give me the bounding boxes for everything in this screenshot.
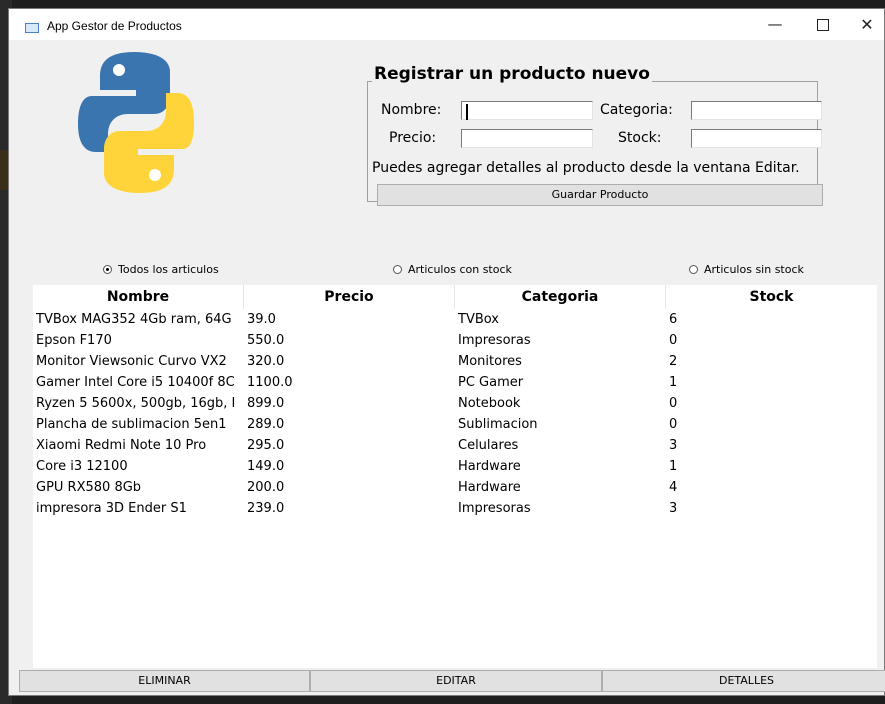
cell-stock: 6: [669, 312, 678, 327]
table-row[interactable]: Core i3 12100 149.0 Hardware 1: [33, 456, 877, 477]
radio-icon: [393, 265, 402, 274]
maximize-button[interactable]: [801, 9, 845, 40]
nombre-label: Nombre:: [381, 102, 442, 118]
filter-in-stock-label: Articulos con stock: [408, 263, 512, 276]
cell-precio: 295.0: [247, 438, 285, 453]
cell-precio: 550.0: [247, 333, 285, 348]
cell-nombre: Epson F170: [36, 333, 112, 348]
filter-all-radio[interactable]: Todos los articulos: [103, 263, 219, 276]
cell-precio: 899.0: [247, 396, 285, 411]
cell-categoria: TVBox: [458, 312, 499, 327]
cell-nombre: Ryzen 5 5600x, 500gb, 16gb, I: [36, 396, 236, 411]
cell-stock: 3: [669, 501, 678, 516]
cell-stock: 4: [669, 480, 678, 495]
cell-precio: 39.0: [247, 312, 276, 327]
table-row[interactable]: TVBox MAG352 4Gb ram, 64G 39.0 TVBox 6: [33, 309, 877, 330]
table-row[interactable]: GPU RX580 8Gb 200.0 Hardware 4: [33, 477, 877, 498]
filter-all-label: Todos los articulos: [118, 263, 219, 276]
radio-icon: [689, 265, 698, 274]
categoria-input[interactable]: [691, 101, 822, 120]
register-product-title: Registrar un producto nuevo: [372, 64, 652, 84]
cell-nombre: Xiaomi Redmi Note 10 Pro: [36, 438, 207, 453]
table-row[interactable]: Ryzen 5 5600x, 500gb, 16gb, I 899.0 Notebo…: [33, 393, 877, 414]
title-bar: App Gestor de Productos — ✕: [9, 9, 884, 40]
cell-precio: 200.0: [247, 480, 285, 495]
filter-out-of-stock-radio[interactable]: Articulos sin stock: [689, 263, 804, 276]
cell-stock: 2: [669, 354, 678, 369]
nombre-input[interactable]: [461, 101, 593, 120]
cell-categoria: Sublimacion: [458, 417, 538, 432]
table-row[interactable]: Plancha de sublimacion 5en1 289.0 Sublimac…: [33, 414, 877, 435]
cell-stock: 3: [669, 438, 678, 453]
products-table[interactable]: Nombre Precio Categoria Stock TVBox MAG3…: [33, 285, 877, 668]
radio-selected-icon: [103, 265, 112, 274]
python-logo-icon: [78, 52, 194, 193]
table-row[interactable]: Monitor Viewsonic Curvo VX2 320.0 Monitore…: [33, 351, 877, 372]
cell-stock: 1: [669, 459, 678, 474]
cell-nombre: Core i3 12100: [36, 459, 128, 474]
cell-categoria: Monitores: [458, 354, 522, 369]
close-button[interactable]: ✕: [845, 9, 885, 40]
minimize-button[interactable]: —: [753, 9, 797, 40]
column-header-precio[interactable]: Precio: [244, 285, 455, 309]
table-row[interactable]: impresora 3D Ender S1 239.0 Impresoras 3: [33, 498, 877, 519]
cell-precio: 289.0: [247, 417, 285, 432]
cell-nombre: Monitor Viewsonic Curvo VX2: [36, 354, 227, 369]
cell-precio: 149.0: [247, 459, 285, 474]
cell-nombre: GPU RX580 8Gb: [36, 480, 142, 495]
cell-precio: 239.0: [247, 501, 285, 516]
cell-nombre: impresora 3D Ender S1: [36, 501, 187, 516]
hint-text: Puedes agregar detalles al producto desd…: [372, 160, 800, 176]
cell-precio: 1100.0: [247, 375, 293, 390]
delete-button[interactable]: ELIMINAR: [19, 670, 310, 692]
cell-categoria: Impresoras: [458, 333, 531, 348]
cell-precio: 320.0: [247, 354, 285, 369]
categoria-label: Categoria:: [600, 102, 673, 118]
window-icon: [25, 23, 39, 33]
table-row[interactable]: Xiaomi Redmi Note 10 Pro 295.0 Celulares 3: [33, 435, 877, 456]
stock-label: Stock:: [618, 130, 662, 146]
cell-categoria: Notebook: [458, 396, 521, 411]
window-title: App Gestor de Productos: [47, 19, 182, 33]
column-header-nombre[interactable]: Nombre: [33, 285, 244, 309]
cell-nombre: Plancha de sublimacion 5en1: [36, 417, 227, 432]
maximize-icon: [817, 18, 829, 31]
cell-nombre: Gamer Intel Core i5 10400f 8C: [36, 375, 235, 390]
cell-stock: 0: [669, 417, 678, 432]
table-header: Nombre Precio Categoria Stock: [33, 285, 877, 309]
cell-nombre: TVBox MAG352 4Gb ram, 64G: [36, 312, 232, 327]
cell-categoria: Celulares: [458, 438, 519, 453]
table-row[interactable]: Gamer Intel Core i5 10400f 8C 1100.0 PC Ga…: [33, 372, 877, 393]
column-header-stock[interactable]: Stock: [666, 285, 877, 309]
table-row[interactable]: Epson F170 550.0 Impresoras 0: [33, 330, 877, 351]
cell-categoria: Impresoras: [458, 501, 531, 516]
filter-in-stock-radio[interactable]: Articulos con stock: [393, 263, 512, 276]
cell-stock: 1: [669, 375, 678, 390]
cell-stock: 0: [669, 333, 678, 348]
filter-out-of-stock-label: Articulos sin stock: [704, 263, 804, 276]
cell-categoria: Hardware: [458, 459, 521, 474]
cell-stock: 0: [669, 396, 678, 411]
cell-categoria: Hardware: [458, 480, 521, 495]
details-button[interactable]: DETALLES: [602, 670, 885, 692]
edit-button[interactable]: EDITAR: [310, 670, 602, 692]
cell-categoria: PC Gamer: [458, 375, 524, 390]
precio-input[interactable]: [461, 129, 593, 148]
text-cursor: [466, 104, 468, 120]
save-product-button[interactable]: Guardar Producto: [377, 184, 823, 206]
stock-input[interactable]: [691, 129, 822, 148]
column-header-categoria[interactable]: Categoria: [455, 285, 666, 309]
precio-label: Precio:: [389, 130, 437, 146]
